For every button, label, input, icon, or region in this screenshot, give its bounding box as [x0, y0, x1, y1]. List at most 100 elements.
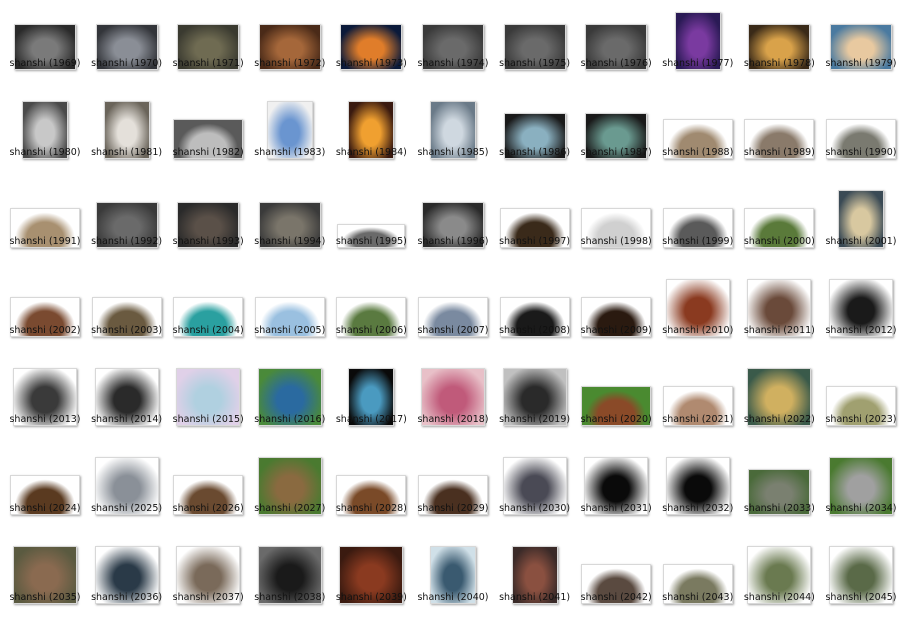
file-item[interactable]: shanshi (1995) — [330, 184, 412, 272]
file-name-label: shanshi (2044) — [743, 592, 815, 603]
file-item[interactable]: shanshi (2018) — [412, 362, 494, 450]
file-item[interactable]: shanshi (1979) — [820, 6, 900, 94]
file-item[interactable]: shanshi (2019) — [494, 362, 576, 450]
file-item[interactable]: shanshi (2001) — [820, 184, 900, 272]
file-item[interactable]: shanshi (1975) — [494, 6, 576, 94]
file-item[interactable]: shanshi (2044) — [738, 540, 820, 628]
file-item[interactable]: shanshi (1976) — [575, 6, 657, 94]
file-name-label: shanshi (1984) — [335, 147, 407, 158]
file-item[interactable]: shanshi (2037) — [167, 540, 249, 628]
file-item[interactable]: shanshi (2004) — [167, 273, 249, 361]
file-item[interactable]: shanshi (2029) — [412, 451, 494, 539]
file-name-label: shanshi (2007) — [417, 325, 489, 336]
file-name-label: shanshi (2020) — [580, 414, 652, 425]
file-item[interactable]: shanshi (1990) — [820, 95, 900, 183]
file-item[interactable]: shanshi (2038) — [249, 540, 331, 628]
file-name-label: shanshi (2018) — [417, 414, 489, 425]
file-item[interactable]: shanshi (1970) — [86, 6, 168, 94]
file-name-label: shanshi (1992) — [91, 236, 163, 247]
file-name-label: shanshi (2004) — [172, 325, 244, 336]
file-item[interactable]: shanshi (1992) — [86, 184, 168, 272]
file-name-label: shanshi (2023) — [825, 414, 897, 425]
file-item[interactable]: shanshi (2002) — [4, 273, 86, 361]
file-item[interactable]: shanshi (1988) — [657, 95, 739, 183]
file-name-label: shanshi (2002) — [9, 325, 81, 336]
file-item[interactable]: shanshi (1972) — [249, 6, 331, 94]
file-item[interactable]: shanshi (2012) — [820, 273, 900, 361]
file-item[interactable]: shanshi (2043) — [657, 540, 739, 628]
file-item[interactable]: shanshi (2027) — [249, 451, 331, 539]
file-item[interactable]: shanshi (2036) — [86, 540, 168, 628]
file-item[interactable]: shanshi (1997) — [494, 184, 576, 272]
file-item[interactable]: shanshi (2025) — [86, 451, 168, 539]
file-item[interactable]: shanshi (2021) — [657, 362, 739, 450]
file-name-label: shanshi (2011) — [743, 325, 815, 336]
file-item[interactable]: shanshi (2016) — [249, 362, 331, 450]
file-item[interactable]: shanshi (2028) — [330, 451, 412, 539]
file-item[interactable]: shanshi (1984) — [330, 95, 412, 183]
file-item[interactable]: shanshi (2032) — [657, 451, 739, 539]
file-item[interactable]: shanshi (2014) — [86, 362, 168, 450]
file-name-label: shanshi (1999) — [662, 236, 734, 247]
file-item[interactable]: shanshi (2022) — [738, 362, 820, 450]
file-name-label: shanshi (1975) — [499, 58, 571, 69]
file-item[interactable]: shanshi (1969) — [4, 6, 86, 94]
file-item[interactable]: shanshi (2015) — [167, 362, 249, 450]
file-name-label: shanshi (2027) — [254, 503, 326, 514]
file-item[interactable]: shanshi (2040) — [412, 540, 494, 628]
file-item[interactable]: shanshi (2005) — [249, 273, 331, 361]
file-item[interactable]: shanshi (1991) — [4, 184, 86, 272]
file-item[interactable]: shanshi (1982) — [167, 95, 249, 183]
file-item[interactable]: shanshi (2020) — [575, 362, 657, 450]
file-item[interactable]: shanshi (1999) — [657, 184, 739, 272]
file-item[interactable]: shanshi (1989) — [738, 95, 820, 183]
file-name-label: shanshi (2015) — [172, 414, 244, 425]
file-item[interactable]: shanshi (1983) — [249, 95, 331, 183]
file-item[interactable]: shanshi (2042) — [575, 540, 657, 628]
file-item[interactable]: shanshi (1981) — [86, 95, 168, 183]
file-item[interactable]: shanshi (1980) — [4, 95, 86, 183]
file-item[interactable]: shanshi (2011) — [738, 273, 820, 361]
file-item[interactable]: shanshi (1986) — [494, 95, 576, 183]
file-name-label: shanshi (1996) — [417, 236, 489, 247]
file-item[interactable]: shanshi (2041) — [494, 540, 576, 628]
file-item[interactable]: shanshi (2026) — [167, 451, 249, 539]
file-name-label: shanshi (1991) — [9, 236, 81, 247]
file-name-label: shanshi (1987) — [580, 147, 652, 158]
file-item[interactable]: shanshi (2034) — [820, 451, 900, 539]
file-item[interactable]: shanshi (1998) — [575, 184, 657, 272]
file-item[interactable]: shanshi (2030) — [494, 451, 576, 539]
file-item[interactable]: shanshi (1994) — [249, 184, 331, 272]
file-name-label: shanshi (1969) — [9, 58, 81, 69]
file-name-label: shanshi (2010) — [662, 325, 734, 336]
file-name-label: shanshi (1981) — [91, 147, 163, 158]
file-item[interactable]: shanshi (1971) — [167, 6, 249, 94]
file-item[interactable]: shanshi (2006) — [330, 273, 412, 361]
file-item[interactable]: shanshi (2007) — [412, 273, 494, 361]
file-item[interactable]: shanshi (2003) — [86, 273, 168, 361]
file-name-label: shanshi (1982) — [172, 147, 244, 158]
file-item[interactable]: shanshi (2035) — [4, 540, 86, 628]
file-item[interactable]: shanshi (1985) — [412, 95, 494, 183]
file-name-label: shanshi (2003) — [91, 325, 163, 336]
file-item[interactable]: shanshi (2031) — [575, 451, 657, 539]
file-item[interactable]: shanshi (1987) — [575, 95, 657, 183]
file-name-label: shanshi (1972) — [254, 58, 326, 69]
file-item[interactable]: shanshi (2045) — [820, 540, 900, 628]
file-item[interactable]: shanshi (1977) — [657, 6, 739, 94]
file-item[interactable]: shanshi (1978) — [738, 6, 820, 94]
file-item[interactable]: shanshi (1973) — [330, 6, 412, 94]
file-item[interactable]: shanshi (2024) — [4, 451, 86, 539]
file-item[interactable]: shanshi (2000) — [738, 184, 820, 272]
file-item[interactable]: shanshi (2009) — [575, 273, 657, 361]
file-item[interactable]: shanshi (2010) — [657, 273, 739, 361]
file-item[interactable]: shanshi (1996) — [412, 184, 494, 272]
file-item[interactable]: shanshi (2013) — [4, 362, 86, 450]
file-item[interactable]: shanshi (2033) — [738, 451, 820, 539]
file-item[interactable]: shanshi (2039) — [330, 540, 412, 628]
file-item[interactable]: shanshi (2008) — [494, 273, 576, 361]
file-item[interactable]: shanshi (1974) — [412, 6, 494, 94]
file-item[interactable]: shanshi (1993) — [167, 184, 249, 272]
file-item[interactable]: shanshi (2023) — [820, 362, 900, 450]
file-item[interactable]: shanshi (2017) — [330, 362, 412, 450]
